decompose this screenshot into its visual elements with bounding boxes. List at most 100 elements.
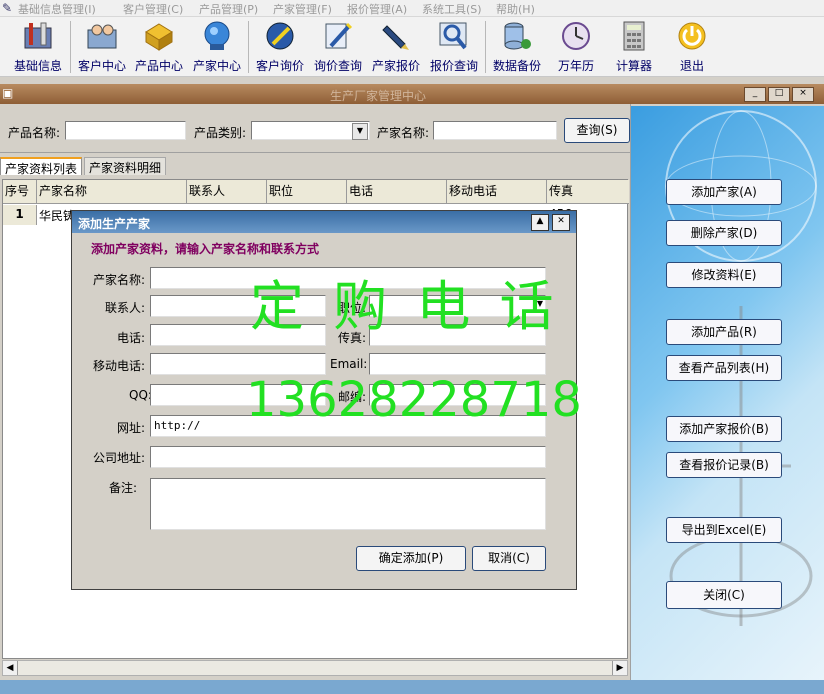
row-index: 1 bbox=[3, 205, 37, 225]
export-excel-button[interactable]: 导出到Excel(E) bbox=[666, 517, 782, 543]
toolbar-calendar-button[interactable]: 万年历 bbox=[548, 20, 604, 76]
column-header-mobile[interactable]: 移动电话 bbox=[447, 180, 547, 204]
column-header-name[interactable]: 产家名称 bbox=[37, 180, 187, 204]
chevron-down-icon[interactable]: ▼ bbox=[537, 299, 543, 308]
menu-system-tools[interactable]: 系统工具(S) bbox=[422, 1, 482, 17]
view-product-list-button[interactable]: 查看产品列表(H) bbox=[666, 355, 782, 381]
name-label: 产家名称: bbox=[93, 273, 146, 287]
calculator-icon bbox=[623, 21, 645, 51]
quote-search-icon bbox=[439, 22, 467, 50]
dialog-title: 添加生产产家 bbox=[78, 217, 151, 231]
toolbar-manufacturer-center-button[interactable]: 产家中心 bbox=[189, 20, 245, 76]
manufacturer-name-label: 产家名称: bbox=[377, 126, 430, 140]
column-header-phone[interactable]: 电话 bbox=[347, 180, 447, 204]
toolbar-basic-info-button[interactable]: 基础信息 bbox=[10, 20, 66, 76]
toolbar-manufacturer-quote-button[interactable]: 产家报价 bbox=[368, 20, 424, 76]
products-icon bbox=[145, 23, 173, 51]
query-button[interactable]: 查询(S) bbox=[564, 118, 630, 143]
toolbar-separator bbox=[70, 21, 71, 73]
toolbar: 基础信息 客户中心 产品中心 产家中心 客户询价 询价查询 产家报价 报价查询 … bbox=[0, 17, 824, 77]
remarks-label: 备注: bbox=[109, 481, 138, 495]
email-label: Email: bbox=[330, 357, 368, 371]
add-manufacturer-quote-button[interactable]: 添加产家报价(B) bbox=[666, 416, 782, 442]
cancel-button[interactable]: 取消(C) bbox=[472, 546, 546, 571]
view-quote-records-button[interactable]: 查看报价记录(B) bbox=[666, 452, 782, 478]
delete-manufacturer-button[interactable]: 删除产家(D) bbox=[666, 220, 782, 246]
remarks-textarea[interactable] bbox=[150, 478, 546, 530]
clock-icon bbox=[562, 22, 590, 50]
chevron-down-icon[interactable]: ▼ bbox=[352, 123, 368, 140]
position-label: 职位: bbox=[338, 301, 367, 315]
edit-info-button[interactable]: 修改资料(E) bbox=[666, 262, 782, 288]
email-field[interactable] bbox=[369, 353, 546, 375]
website-field[interactable]: http:// bbox=[150, 415, 546, 437]
column-header-position[interactable]: 职位 bbox=[267, 180, 347, 204]
menu-manufacturer[interactable]: 产家管理(F) bbox=[273, 1, 332, 17]
toolbar-separator bbox=[248, 21, 249, 73]
close-button[interactable]: 关闭(C) bbox=[666, 581, 782, 609]
menu-product[interactable]: 产品管理(P) bbox=[199, 1, 258, 17]
phone-label: 电话: bbox=[117, 331, 146, 345]
mobile-field[interactable] bbox=[150, 353, 326, 375]
fax-label: 传真: bbox=[338, 331, 367, 345]
address-label: 公司地址: bbox=[93, 451, 146, 465]
window-close-button[interactable]: × bbox=[792, 87, 814, 102]
window-minimize-button[interactable]: _ bbox=[744, 87, 766, 102]
horizontal-scrollbar[interactable]: ◀ ▶ bbox=[2, 660, 628, 676]
fax-field[interactable] bbox=[369, 324, 546, 346]
inquiry-search-icon bbox=[325, 22, 353, 49]
column-header-index[interactable]: 序号 bbox=[3, 180, 37, 204]
phone-field[interactable] bbox=[150, 324, 326, 346]
scroll-right-icon[interactable]: ▶ bbox=[612, 661, 627, 675]
address-field[interactable] bbox=[150, 446, 546, 468]
product-category-label: 产品类别: bbox=[194, 126, 247, 140]
exit-icon bbox=[678, 22, 706, 50]
window-title-bar: ▣ 生产厂家管理中心 _ □ × bbox=[0, 84, 824, 104]
toolbar-quote-search-button[interactable]: 报价查询 bbox=[426, 20, 482, 76]
column-header-fax[interactable]: 传真 bbox=[547, 180, 629, 204]
position-select[interactable]: ▼ bbox=[369, 295, 546, 317]
confirm-add-button[interactable]: 确定添加(P) bbox=[356, 546, 466, 571]
toolbar-product-center-button[interactable]: 产品中心 bbox=[131, 20, 187, 76]
dialog-title-bar: 添加生产产家 ▲ ✕ bbox=[72, 211, 576, 233]
dialog-close-icon[interactable]: ✕ bbox=[552, 214, 570, 231]
add-product-button[interactable]: 添加产品(R) bbox=[666, 319, 782, 345]
contact-field[interactable] bbox=[150, 295, 326, 317]
manufacturer-name-input[interactable] bbox=[433, 121, 557, 140]
mobile-label: 移动电话: bbox=[93, 359, 146, 373]
qq-field[interactable] bbox=[150, 384, 326, 406]
toolbar-inquiry-search-button[interactable]: 询价查询 bbox=[310, 20, 366, 76]
divider bbox=[0, 152, 631, 153]
inquiry-icon bbox=[266, 22, 294, 50]
qq-label: QQ: bbox=[129, 388, 152, 402]
quote-pen-icon bbox=[382, 25, 409, 50]
toolbar-customer-inquiry-button[interactable]: 客户询价 bbox=[252, 20, 308, 76]
toolbar-calculator-button[interactable]: 计算器 bbox=[606, 20, 662, 76]
menu-basic-info[interactable]: 基础信息管理(I) bbox=[18, 1, 96, 17]
menu-bar: ✎ 基础信息管理(I) 客户管理(C) 产品管理(P) 产家管理(F) 报价管理… bbox=[0, 0, 824, 17]
tab-manufacturer-detail[interactable]: 产家资料明细 bbox=[84, 157, 167, 175]
toolbar-customer-center-button[interactable]: 客户中心 bbox=[74, 20, 130, 76]
window-title: 生产厂家管理中心 bbox=[330, 89, 427, 103]
toolbar-exit-button[interactable]: 退出 bbox=[664, 20, 720, 76]
product-name-input[interactable] bbox=[65, 121, 186, 140]
product-category-select[interactable]: ▼ bbox=[251, 121, 370, 140]
menu-quote[interactable]: 报价管理(A) bbox=[347, 1, 407, 17]
zip-field[interactable] bbox=[369, 384, 546, 406]
add-manufacturer-button[interactable]: 添加产家(A) bbox=[666, 179, 782, 205]
toolbar-data-backup-button[interactable]: 数据备份 bbox=[489, 20, 545, 76]
add-manufacturer-dialog: 添加生产产家 ▲ ✕ 添加产家资料，请输入产家名称和联系方式 产家名称: 联系人… bbox=[71, 210, 577, 590]
menu-help[interactable]: 帮助(H) bbox=[496, 1, 535, 17]
scroll-left-icon[interactable]: ◀ bbox=[3, 661, 18, 675]
manufacturer-name-field[interactable] bbox=[150, 267, 546, 289]
website-label: 网址: bbox=[117, 421, 146, 435]
tab-manufacturer-list[interactable]: 产家资料列表 bbox=[0, 157, 83, 176]
zip-label: 邮编: bbox=[338, 390, 367, 404]
status-bar bbox=[0, 680, 824, 694]
menu-customer[interactable]: 客户管理(C) bbox=[123, 1, 183, 17]
column-header-contact[interactable]: 联系人 bbox=[187, 180, 267, 204]
contact-label: 联系人: bbox=[105, 301, 146, 315]
collapse-icon[interactable]: ▲ bbox=[531, 214, 549, 231]
window-maximize-button[interactable]: □ bbox=[768, 87, 790, 102]
product-name-label: 产品名称: bbox=[8, 126, 61, 140]
